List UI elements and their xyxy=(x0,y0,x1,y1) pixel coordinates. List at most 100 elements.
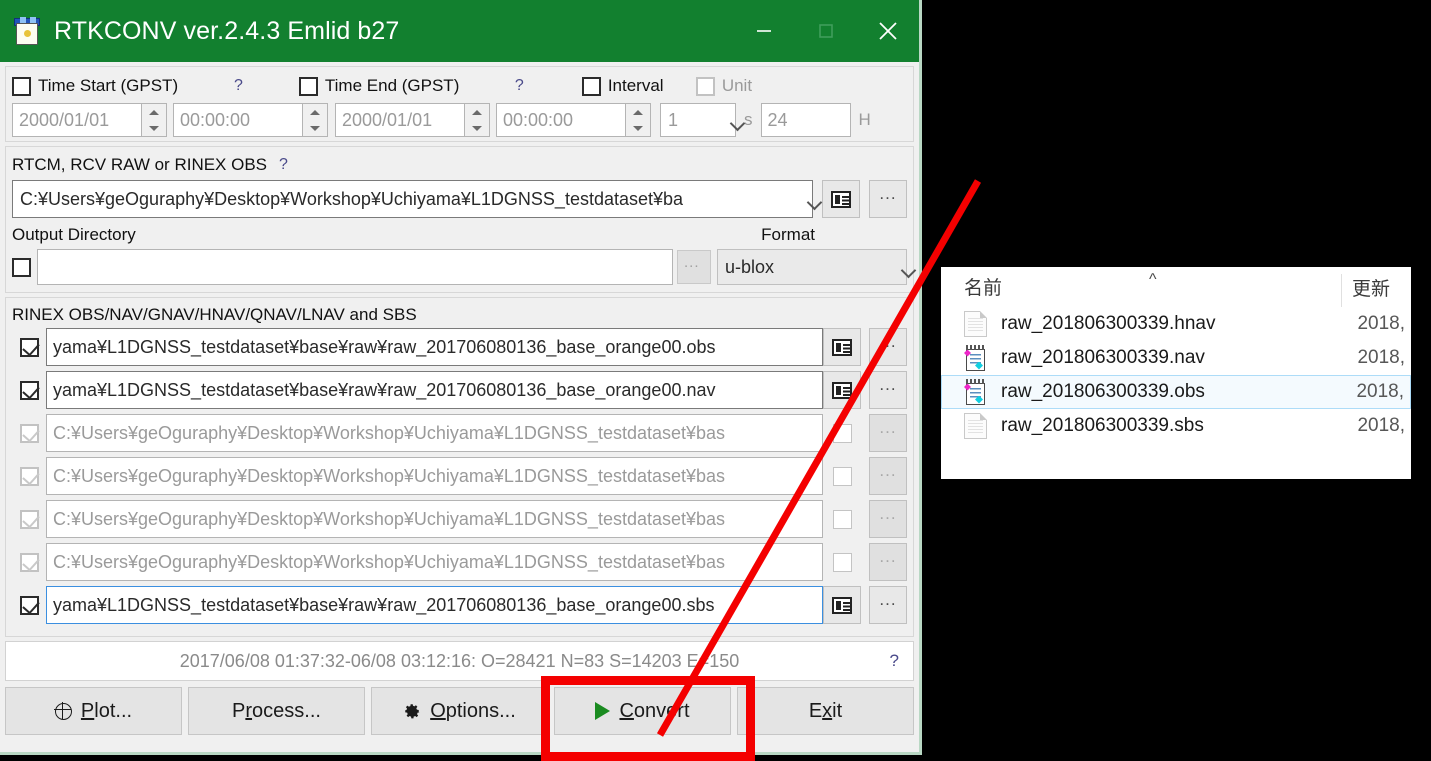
time-end-date-input[interactable]: 2000/01/01 xyxy=(335,103,465,137)
rinex-row-view-button[interactable] xyxy=(823,586,861,624)
rinex-row-checkbox[interactable] xyxy=(19,509,39,529)
window-controls xyxy=(733,0,919,62)
options-button[interactable]: Options... xyxy=(371,687,548,735)
rinex-row-view-button[interactable] xyxy=(823,371,861,409)
column-header-modified[interactable]: 更新 xyxy=(1341,274,1411,307)
rinex-row-checkbox[interactable] xyxy=(19,423,39,443)
rinex-row: C:¥Users¥geOguraphy¥Desktop¥Workshop¥Uch… xyxy=(12,543,907,581)
rinex-row-view-button[interactable] xyxy=(823,328,861,366)
rinex-row-browse-button[interactable]: ... xyxy=(869,586,907,624)
status-text: 2017/06/08 01:37:32-06/08 03:12:16: O=28… xyxy=(179,650,740,671)
time-end-help[interactable]: ? xyxy=(515,77,524,95)
input-file-browse-button[interactable]: ... xyxy=(869,180,907,218)
rinex-row-path-input[interactable]: C:¥Users¥geOguraphy¥Desktop¥Workshop¥Uch… xyxy=(46,457,823,495)
rinex-row-checkbox-wrap xyxy=(12,466,46,486)
rinex-row: yama¥L1DGNSS_testdataset¥base¥raw¥raw_20… xyxy=(12,586,907,624)
plain-file-icon xyxy=(964,311,987,337)
notepad-file-icon xyxy=(964,344,987,372)
rinex-row-checkbox[interactable] xyxy=(19,337,39,357)
options-button-accel: O xyxy=(430,699,446,722)
rinex-row-view-placeholder[interactable] xyxy=(832,423,852,443)
explorer-file-name: raw_201806300339.sbs xyxy=(1001,415,1204,436)
rinex-row: yama¥L1DGNSS_testdataset¥base¥raw¥raw_20… xyxy=(12,371,907,409)
rinex-row-checkbox-wrap xyxy=(12,595,46,615)
rinex-row-path-input[interactable]: yama¥L1DGNSS_testdataset¥base¥raw¥raw_20… xyxy=(46,371,823,409)
explorer-file-date: 2018, xyxy=(1356,381,1404,402)
time-start-help[interactable]: ? xyxy=(234,77,243,95)
time-start-date-spinner[interactable] xyxy=(141,103,167,137)
rinex-row-checkbox[interactable] xyxy=(19,380,39,400)
time-start-date-input[interactable]: 2000/01/01 xyxy=(12,103,142,137)
process-button[interactable]: Process... xyxy=(188,687,365,735)
rinex-row: yama¥L1DGNSS_testdataset¥base¥raw¥raw_20… xyxy=(12,328,907,366)
explorer-file-row[interactable]: raw_201806300339.nav 2018, xyxy=(941,341,1411,375)
explorer-file-name: raw_201806300339.obs xyxy=(1001,381,1205,402)
status-help[interactable]: ? xyxy=(890,651,899,671)
rinex-row-path-input[interactable]: C:¥Users¥geOguraphy¥Desktop¥Workshop¥Uch… xyxy=(46,543,823,581)
rinex-row-checkbox[interactable] xyxy=(19,552,39,572)
rinex-section-label: RINEX OBS/NAV/GNAV/HNAV/QNAV/LNAV and SB… xyxy=(12,305,417,324)
rinex-row-path-input[interactable]: C:¥Users¥geOguraphy¥Desktop¥Workshop¥Uch… xyxy=(46,500,823,538)
interval-select[interactable]: 1 xyxy=(660,103,736,137)
explorer-file-row[interactable]: raw_201806300339.sbs 2018, xyxy=(941,409,1411,443)
exit-button[interactable]: Exit xyxy=(737,687,914,735)
rinex-row-checkbox[interactable] xyxy=(19,595,39,615)
input-file-view-button[interactable] xyxy=(822,180,860,218)
file-explorer-panel: ^ 名前 更新 raw_201806300339.hnav 2018, raw_20… xyxy=(941,267,1411,479)
plot-button[interactable]: Plot... xyxy=(5,687,182,735)
rinex-row-path-input[interactable]: yama¥L1DGNSS_testdataset¥base¥raw¥raw_20… xyxy=(46,328,823,366)
input-file-combobox[interactable]: C:¥Users¥geOguraphy¥Desktop¥Workshop¥Uch… xyxy=(12,180,813,218)
rinex-row-browse-button[interactable]: ... xyxy=(869,543,907,581)
rinex-row-view-placeholder[interactable] xyxy=(832,509,852,529)
interval-value: 1 xyxy=(668,109,679,130)
rinex-row-browse-button[interactable]: ... xyxy=(869,414,907,452)
minimize-icon[interactable] xyxy=(733,0,795,62)
rtkconv-app-icon xyxy=(12,16,42,46)
plain-file-icon xyxy=(964,413,987,439)
status-bar: 2017/06/08 01:37:32-06/08 03:12:16: O=28… xyxy=(5,641,914,681)
interval-label: Interval xyxy=(607,76,664,95)
time-start-checkbox[interactable] xyxy=(12,76,31,96)
rinex-row-view-wrap xyxy=(823,466,861,486)
time-end-time-input[interactable]: 00:00:00 xyxy=(496,103,626,137)
rinex-row-path-input[interactable]: yama¥L1DGNSS_testdataset¥base¥raw¥raw_20… xyxy=(46,586,823,624)
explorer-file-list: raw_201806300339.hnav 2018, raw_2018063003… xyxy=(941,307,1411,443)
rinex-row-view-wrap xyxy=(823,509,861,529)
time-end-checkbox[interactable] xyxy=(298,76,318,96)
output-dir-input[interactable] xyxy=(37,249,673,285)
close-icon[interactable] xyxy=(857,0,919,62)
unit-input[interactable]: 24 xyxy=(760,103,851,137)
rinex-row-view-wrap xyxy=(823,371,861,409)
view-file-icon xyxy=(832,596,852,614)
rinex-row-checkbox-wrap xyxy=(12,552,46,572)
rinex-row-checkbox-wrap xyxy=(12,423,46,443)
format-select[interactable]: u-blox xyxy=(717,249,907,285)
exit-button-pre: E xyxy=(808,699,823,722)
input-file-help[interactable]: ? xyxy=(279,156,288,174)
rinex-row-browse-button[interactable]: ... xyxy=(869,328,907,366)
sort-ascending-caret-icon[interactable]: ^ xyxy=(1149,271,1157,289)
time-start-time-input[interactable]: 00:00:00 xyxy=(173,103,303,137)
explorer-file-row[interactable]: raw_201806300339.obs 2018, xyxy=(941,375,1411,409)
rinex-row-checkbox[interactable] xyxy=(19,466,39,486)
explorer-file-row[interactable]: raw_201806300339.hnav 2018, xyxy=(941,307,1411,341)
rinex-row-view-placeholder[interactable] xyxy=(832,552,852,572)
column-header-name[interactable]: 名前 xyxy=(941,273,1341,307)
rinex-row-browse-button[interactable]: ... xyxy=(869,457,907,495)
output-dir-checkbox[interactable] xyxy=(12,257,31,277)
time-start-time-spinner[interactable] xyxy=(302,103,328,137)
rinex-row-view-placeholder[interactable] xyxy=(832,466,852,486)
format-label: Format xyxy=(761,225,815,244)
unit-checkbox[interactable] xyxy=(695,76,715,96)
time-end-date-spinner[interactable] xyxy=(464,103,490,137)
time-end-time-spinner[interactable] xyxy=(625,103,651,137)
interval-checkbox[interactable] xyxy=(581,76,601,96)
rinex-row-browse-button[interactable]: ... xyxy=(869,371,907,409)
exit-button-accel: x xyxy=(822,699,833,722)
exit-button-label: it xyxy=(832,699,843,722)
rinex-row-browse-button[interactable]: ... xyxy=(869,500,907,538)
rinex-row-path-input[interactable]: C:¥Users¥geOguraphy¥Desktop¥Workshop¥Uch… xyxy=(46,414,823,452)
output-dir-browse-button[interactable]: ... xyxy=(677,250,711,284)
input-file-panel: RTCM, RCV RAW or RINEX OBS ? C:¥Users¥ge… xyxy=(5,146,914,293)
maximize-icon[interactable] xyxy=(795,0,857,62)
